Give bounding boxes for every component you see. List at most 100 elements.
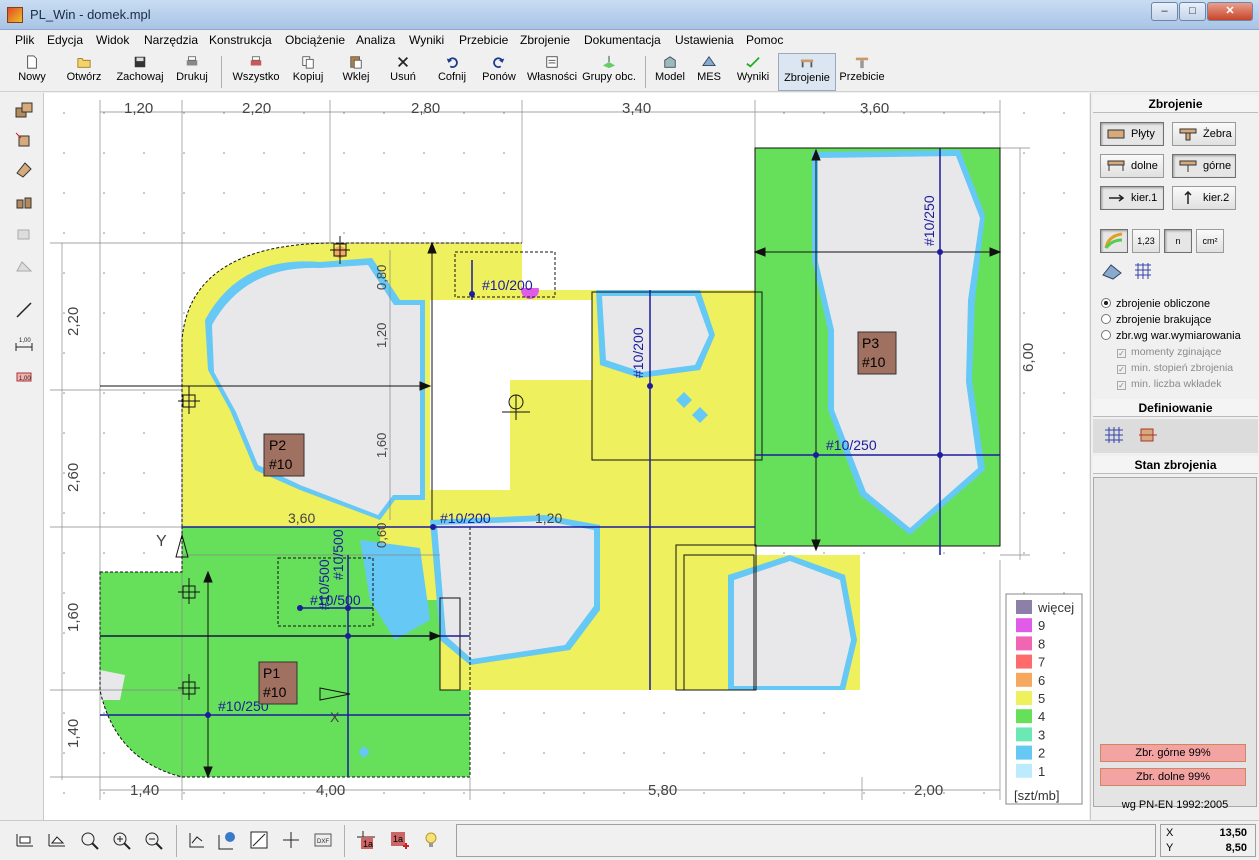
- status-message-field: [456, 824, 1156, 857]
- grid-toggle-icon[interactable]: 1a: [355, 829, 377, 851]
- dxf-icon[interactable]: DXF: [312, 829, 334, 851]
- legend-label: 3: [1038, 727, 1045, 742]
- delete-button[interactable]: Usuń: [386, 53, 420, 91]
- open-button[interactable]: Otwórz: [62, 53, 106, 91]
- add-label-icon[interactable]: 1a: [388, 829, 410, 851]
- zoom-all-icon[interactable]: [110, 829, 132, 851]
- bottom-dim: 4,00: [316, 782, 345, 799]
- menu-edycja[interactable]: Edycja: [47, 33, 83, 47]
- axis-x-label: X: [330, 709, 340, 725]
- section-tool-icon[interactable]: 1,00: [13, 365, 35, 387]
- new-button[interactable]: Nowy: [13, 53, 51, 91]
- area-view-toggle[interactable]: cm²: [1196, 229, 1224, 253]
- ribs-toggle[interactable]: Żebra: [1172, 122, 1236, 146]
- map-view-toggle[interactable]: [1100, 229, 1128, 253]
- menu-pomoc[interactable]: Pomoc: [746, 33, 783, 47]
- menu-konstrukcja[interactable]: Konstrukcja: [209, 33, 272, 47]
- svg-text:1a: 1a: [363, 839, 373, 849]
- direction-2-toggle[interactable]: kier.2: [1172, 186, 1236, 210]
- top-dim: 3,60: [860, 100, 889, 117]
- zoom-out-icon[interactable]: [142, 829, 164, 851]
- plate-3d-icon[interactable]: [1101, 261, 1123, 281]
- grid-snap-icon[interactable]: [248, 829, 270, 851]
- plate-label-p2[interactable]: P2 #10: [263, 433, 305, 477]
- radio-missing[interactable]: zbrojenie brakujące: [1101, 314, 1211, 326]
- menu-widok[interactable]: Widok: [96, 33, 129, 47]
- menu-wyniki[interactable]: Wyniki: [409, 33, 444, 47]
- undo-button[interactable]: Cofnij: [434, 53, 470, 91]
- line-tool-icon[interactable]: [13, 299, 35, 321]
- zoom-window-icon[interactable]: [78, 829, 100, 851]
- view-plan-icon[interactable]: [14, 829, 36, 851]
- rotate-tool-icon[interactable]: [13, 159, 35, 181]
- close-button[interactable]: ✕: [1207, 2, 1253, 21]
- redo-button[interactable]: Ponów: [480, 53, 518, 91]
- number-view-toggle[interactable]: 1,23: [1132, 229, 1160, 253]
- menu-zbrojenie[interactable]: Zbrojenie: [520, 33, 570, 47]
- dimension-tool-icon[interactable]: 1,00: [13, 333, 35, 355]
- save-label: Zachowaj: [116, 71, 164, 83]
- define-mesh-icon[interactable]: [1103, 425, 1125, 445]
- print-all-button[interactable]: Wszystko: [230, 53, 282, 91]
- menu-obciazenie[interactable]: Obciążenie: [285, 33, 345, 47]
- legend-swatch: [1016, 727, 1032, 742]
- globe-axes-icon[interactable]: [216, 829, 238, 851]
- menu-dokumentacja[interactable]: Dokumentacja: [584, 33, 661, 47]
- left-dim: 1,60: [65, 603, 82, 632]
- model-icon: [664, 56, 676, 68]
- axes-icon[interactable]: [186, 829, 208, 851]
- legend-swatch: [1016, 709, 1032, 724]
- checkbox-mark: ✓: [1117, 381, 1126, 390]
- drawing-canvas[interactable]: 1,20 2,20 2,80 3,40 3,60 1,40 4,00 5,80 …: [44, 93, 1089, 820]
- mesh-grid-icon[interactable]: [1133, 261, 1155, 281]
- radio-design-conditions[interactable]: zbr.wg war.wymiarowania: [1101, 330, 1241, 342]
- menu-narzedzia[interactable]: Narzędzia: [144, 33, 198, 47]
- plate-label-p3[interactable]: P3 #10: [857, 331, 897, 375]
- delete-icon: [398, 57, 408, 67]
- load-groups-button[interactable]: Grupy obc.: [581, 53, 637, 91]
- count-view-toggle[interactable]: n: [1164, 229, 1192, 253]
- edge-tool-icon[interactable]: [13, 130, 35, 152]
- plate-icon: [1107, 129, 1125, 139]
- ortho-icon[interactable]: [280, 829, 302, 851]
- minimize-button[interactable]: –: [1151, 2, 1178, 21]
- redo-label: Ponów: [482, 71, 516, 83]
- maximize-button[interactable]: □: [1179, 2, 1206, 21]
- reinforcement-button[interactable]: Zbrojenie: [778, 53, 836, 91]
- bottom-dim: 5,80: [648, 782, 677, 799]
- check-label: min. stopień zbrojenia: [1131, 362, 1234, 374]
- support-tool-icon[interactable]: [13, 190, 35, 212]
- radio-computed[interactable]: zbrojenie obliczone: [1101, 298, 1210, 310]
- menu-przebicie[interactable]: Przebicie: [459, 33, 508, 47]
- direction-1-toggle[interactable]: kier.1: [1100, 186, 1164, 210]
- punching-button[interactable]: Przebicie: [838, 53, 886, 91]
- menu-analiza[interactable]: Analiza: [356, 33, 395, 47]
- save-disk-icon: [134, 56, 146, 68]
- print-button[interactable]: Drukuj: [173, 53, 211, 91]
- copy-button[interactable]: Kopiuj: [290, 53, 326, 91]
- top-layer-toggle[interactable]: górne: [1172, 154, 1236, 178]
- save-button[interactable]: Zachowaj: [113, 53, 167, 91]
- paste-button[interactable]: Wklej: [338, 53, 374, 91]
- top-reinforcement-status: Zbr. górne 99%: [1100, 744, 1246, 762]
- legend-swatch: [1016, 636, 1032, 651]
- menu-plik[interactable]: Plik: [15, 33, 34, 47]
- model-button[interactable]: Model: [652, 53, 688, 91]
- menu-ustawienia[interactable]: Ustawienia: [675, 33, 734, 47]
- view-3d-icon[interactable]: [46, 829, 68, 851]
- disabled-tool-icon-2: [16, 261, 33, 272]
- plate-label-p1[interactable]: P1 #10: [258, 661, 298, 705]
- rebar-label: #10/200: [630, 327, 646, 378]
- properties-button[interactable]: Własności: [525, 53, 579, 91]
- results-button[interactable]: Wyniki: [733, 53, 773, 91]
- plates-toggle[interactable]: Płyty: [1100, 122, 1164, 146]
- mes-button[interactable]: MES: [693, 53, 725, 91]
- plates-tool-icon[interactable]: [13, 99, 35, 121]
- radio-dot: [1101, 314, 1111, 324]
- disabled-tool-icon: [17, 229, 30, 240]
- lightbulb-icon[interactable]: [420, 829, 442, 851]
- paste-label: Wklej: [342, 71, 370, 83]
- bottom-layer-toggle[interactable]: dolne: [1100, 154, 1164, 178]
- define-bars-icon[interactable]: [1137, 425, 1159, 445]
- legend-swatch: [1016, 654, 1032, 669]
